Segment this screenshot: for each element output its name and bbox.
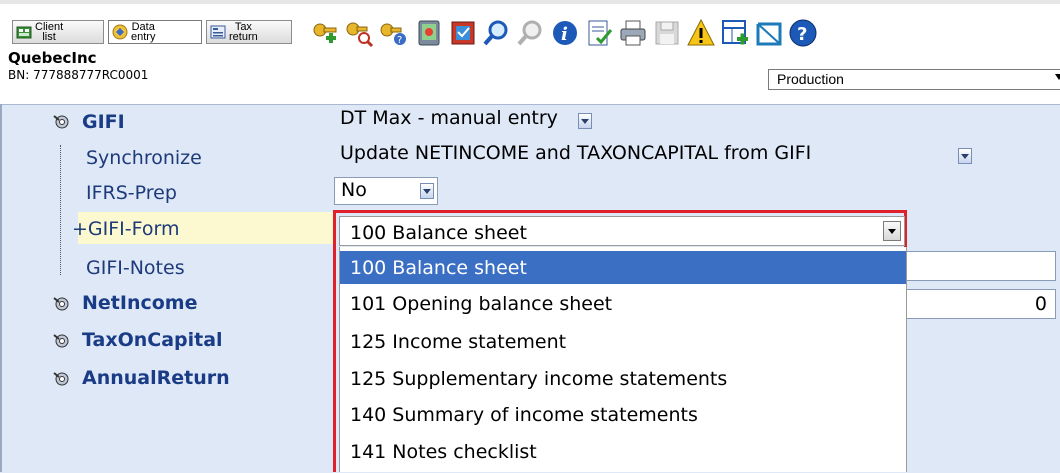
dropdown-option[interactable]: 125 Income statement (340, 325, 906, 358)
svg-text:?: ? (397, 35, 402, 46)
save-disabled-icon (652, 18, 682, 48)
tree-item-taxoncapital[interactable]: TaxOnCapital (82, 329, 223, 351)
data-entry-icon (112, 24, 128, 40)
add-form-icon[interactable] (720, 18, 750, 48)
book-icon[interactable] (448, 18, 478, 48)
info-icon[interactable]: i (550, 18, 580, 48)
gifi-value-field[interactable]: DT Max - manual entry (334, 106, 598, 134)
tree-item-gifi-form[interactable]: +GIFI-Form (72, 218, 180, 240)
netincome-value: 0 (1034, 293, 1047, 315)
tax-return-button[interactable]: Tax return (206, 20, 292, 44)
gifi-form-select[interactable]: 100 Balance sheet (339, 216, 905, 246)
synchronize-value-field[interactable]: Update NETINCOME and TAXONCAPITAL from G… (334, 141, 974, 169)
tree-item-synchronize[interactable]: Synchronize (86, 147, 202, 169)
dropdown-option[interactable]: 125 Supplementary income statements (340, 362, 906, 395)
tree-item-gifi[interactable]: GIFI (82, 111, 125, 133)
gear-node-icon (53, 372, 69, 386)
document-check-icon[interactable] (584, 18, 614, 48)
help-icon[interactable]: ? (788, 18, 818, 48)
business-number: BN: 777888777RC0001 (8, 68, 149, 82)
add-key-icon[interactable] (310, 18, 340, 48)
synchronize-value: Update NETINCOME and TAXONCAPITAL from G… (340, 142, 812, 164)
key-question-icon[interactable]: ? (378, 18, 408, 48)
panel-left-border (0, 104, 2, 472)
data-entry-label: Data entry (131, 21, 156, 43)
window-icon[interactable] (754, 18, 784, 48)
client-name: QuebecInc (8, 49, 97, 67)
tree-item-annualreturn[interactable]: AnnualReturn (82, 367, 230, 389)
client-list-icon (16, 26, 32, 39)
ifrs-prep-value: No (341, 179, 367, 201)
zoom-icon[interactable] (482, 18, 512, 48)
search-key-icon[interactable] (344, 18, 374, 48)
gear-node-icon (53, 334, 69, 348)
dropdown-option[interactable]: 100 Balance sheet (340, 251, 906, 284)
netincome-field[interactable]: 0 (906, 289, 1056, 319)
environment-select[interactable]: Production (768, 69, 1060, 90)
gifi-form-current: 100 Balance sheet (350, 222, 527, 244)
tree-connector (60, 145, 61, 275)
dropdown-option[interactable]: 140 Summary of income statements (340, 398, 906, 431)
chevron-down-icon[interactable] (883, 221, 901, 241)
gifi-notes-field[interactable] (906, 251, 1056, 281)
client-list-label: Client list (35, 21, 64, 43)
client-list-button[interactable]: Client list (12, 20, 104, 44)
tree-item-gifi-notes[interactable]: GIFI-Notes (86, 257, 185, 279)
gifi-form-options: 100 Balance sheet 101 Opening balance sh… (339, 247, 907, 472)
gifi-value: DT Max - manual entry (340, 107, 558, 129)
tablet-icon[interactable] (414, 18, 444, 48)
ifrs-dropdown-button[interactable] (420, 183, 434, 199)
data-entry-button[interactable]: Data entry (108, 20, 202, 44)
synchronize-dropdown-button[interactable] (958, 148, 972, 164)
gifi-dropdown-button[interactable] (578, 113, 592, 129)
tax-return-icon (210, 25, 226, 39)
zoom-disabled-icon (516, 18, 546, 48)
printer-icon[interactable] (618, 18, 648, 48)
dropdown-option[interactable]: 141 Notes checklist (340, 435, 906, 468)
gear-node-icon (53, 297, 69, 311)
environment-value: Production (777, 71, 844, 87)
svg-text:i: i (561, 24, 568, 45)
chevron-down-icon (1055, 74, 1060, 80)
warning-icon[interactable] (686, 18, 716, 48)
dropdown-option[interactable]: 101 Opening balance sheet (340, 287, 906, 320)
gear-node-icon (53, 115, 69, 129)
top-strip (0, 0, 1060, 4)
tree-item-netincome[interactable]: NetIncome (82, 292, 197, 314)
tree-item-ifrs-prep[interactable]: IFRS-Prep (86, 182, 177, 204)
svg-text:?: ? (797, 24, 807, 45)
tax-return-label: Tax return (229, 21, 258, 43)
